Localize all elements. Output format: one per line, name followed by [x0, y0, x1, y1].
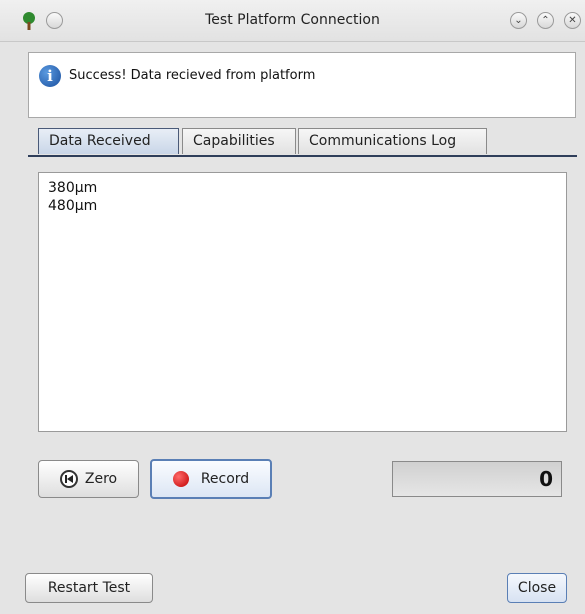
tab-divider [28, 155, 577, 157]
record-button-label: Record [200, 471, 250, 487]
zero-button-label: Zero [84, 471, 118, 487]
tab-communications-log[interactable]: Communications Log [298, 128, 487, 154]
status-message-text: Success! Data recieved from platform [69, 68, 316, 83]
tab-capabilities[interactable]: Capabilities [182, 128, 296, 154]
skip-back-icon [59, 470, 78, 488]
counter-display: 0 [392, 461, 562, 497]
info-icon: i [39, 65, 61, 87]
close-button[interactable]: Close [507, 573, 567, 603]
record-icon [172, 471, 189, 487]
data-line: 480µm [48, 198, 98, 214]
title-bar[interactable]: Test Platform Connection ⌄ ⌃ ✕ [0, 0, 585, 42]
record-button[interactable]: Record [150, 459, 272, 499]
maximize-button[interactable]: ⌃ [537, 12, 554, 29]
close-window-button[interactable]: ✕ [564, 12, 581, 29]
status-message-panel: i Success! Data recieved from platform [28, 52, 576, 118]
data-received-textarea[interactable]: 380µm 480µm [38, 172, 567, 432]
data-line: 380µm [48, 180, 98, 196]
zero-button[interactable]: Zero [38, 460, 139, 498]
dialog-window: Test Platform Connection ⌄ ⌃ ✕ i Success… [0, 0, 585, 614]
window-title: Test Platform Connection [205, 12, 380, 28]
minimize-button[interactable]: ⌄ [510, 12, 527, 29]
tab-data-received[interactable]: Data Received [38, 128, 179, 154]
restart-test-button[interactable]: Restart Test [25, 573, 153, 603]
